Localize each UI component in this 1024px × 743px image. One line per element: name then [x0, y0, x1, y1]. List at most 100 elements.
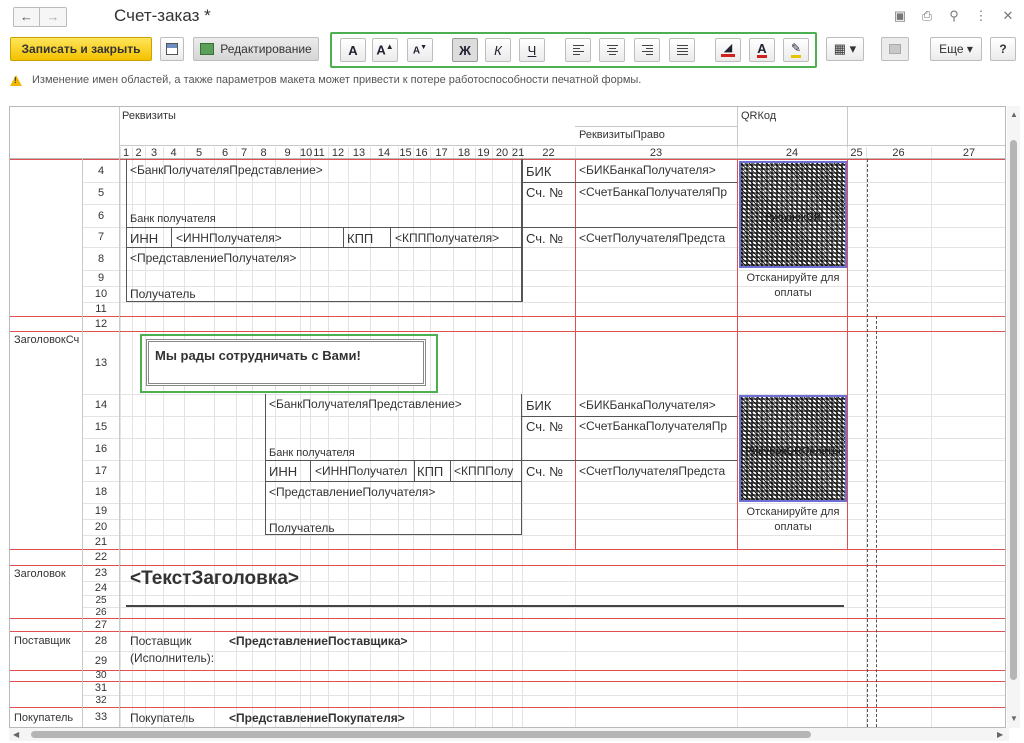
save-and-close-button[interactable]: Записать и закрыть: [10, 37, 152, 61]
forward-button[interactable]: →: [40, 7, 67, 27]
increase-font-button[interactable]: A▲: [372, 38, 398, 62]
supplier-representation-param[interactable]: <ПредставлениеПоставщика>: [229, 634, 408, 648]
borders-icon: ▦ ▾: [833, 41, 857, 56]
account-no-label[interactable]: Сч. №: [526, 419, 563, 434]
underline-button[interactable]: Ч: [519, 38, 545, 62]
qr-code-image[interactable]: РисунокQR: [739, 161, 847, 268]
area-label-buyer[interactable]: Покупатель: [14, 712, 73, 724]
align-center-button[interactable]: [599, 38, 625, 62]
recipient-label[interactable]: Получатель: [269, 521, 335, 535]
bank-label[interactable]: Банк получателя: [269, 447, 355, 459]
scroll-up-icon[interactable]: ▲: [1010, 110, 1018, 119]
supplier-label[interactable]: Поставщик: [130, 634, 192, 648]
align-right-icon: [641, 45, 653, 55]
area-label-header[interactable]: Заголовок: [14, 568, 66, 580]
warning-icon: !: [10, 74, 22, 86]
recipient-representation-param[interactable]: <ПредставлениеПолучателя>: [269, 485, 435, 499]
highlight-button[interactable]: ✎: [783, 38, 809, 62]
recipient-account-param[interactable]: <СчетПолучателяПредста: [579, 231, 737, 245]
horizontal-scrollbar[interactable]: ◀ ▶: [9, 728, 1009, 741]
inn-param[interactable]: <ИННПолучателя>: [176, 231, 282, 245]
vertical-scroll-thumb[interactable]: [1010, 140, 1017, 680]
account-no-label[interactable]: Сч. №: [526, 464, 563, 479]
area-label-invoice-header[interactable]: ЗаголовокСч: [14, 334, 80, 346]
kpp-label[interactable]: КПП: [417, 464, 443, 479]
help-button[interactable]: ?: [990, 37, 1016, 61]
supplier-label-line2[interactable]: (Исполнитель):: [130, 651, 214, 665]
preview-icon[interactable]: ⚲: [946, 8, 962, 24]
account-no-label[interactable]: Сч. №: [526, 185, 563, 200]
kpp-param[interactable]: <КПППолучателя>: [395, 231, 499, 245]
bold-button[interactable]: Ж: [452, 38, 478, 62]
header-text-param[interactable]: <ТекстЗаголовка>: [130, 568, 299, 590]
bik-param[interactable]: <БИКБанкаПолучателя>: [579, 398, 737, 412]
qr-code-image[interactable]: РисунокQRОплаты: [739, 395, 847, 502]
column-area-qrkod[interactable]: QRКод: [741, 110, 776, 122]
inn-label[interactable]: ИНН: [269, 464, 297, 479]
area-boundary-line: [847, 159, 848, 550]
bik-label[interactable]: БИК: [526, 164, 551, 179]
align-left-button[interactable]: [565, 38, 591, 62]
column-area-rekvizity[interactable]: Реквизиты: [122, 110, 176, 122]
text-color-button[interactable]: A: [749, 38, 775, 62]
scroll-left-icon[interactable]: ◀: [13, 730, 19, 739]
row-number-column: [82, 159, 120, 727]
bank-block-divider: [522, 460, 575, 461]
inn-label[interactable]: ИНН: [130, 231, 158, 246]
bank-block-divider: [575, 416, 737, 417]
scroll-down-icon[interactable]: ▼: [1010, 714, 1018, 723]
more-vertical-icon[interactable]: ⋮: [973, 8, 989, 24]
greeting-text-box[interactable]: Мы рады сотрудничать с Вами!: [146, 339, 426, 386]
align-right-button[interactable]: [634, 38, 660, 62]
print-icon[interactable]: ⎙: [919, 8, 935, 24]
edit-mode-button[interactable]: Редактирование: [193, 37, 319, 61]
recipient-label[interactable]: Получатель: [130, 287, 196, 301]
font-button[interactable]: A: [340, 38, 366, 62]
area-label-supplier[interactable]: Поставщик: [14, 635, 70, 647]
column-area-divider: [575, 126, 737, 127]
bank-block-divider: [522, 159, 523, 302]
italic-button[interactable]: К: [485, 38, 511, 62]
title-bar: ← → Счет-заказ * ▣ ⎙ ⚲ ⋮ ✕: [0, 0, 1024, 34]
bik-param[interactable]: <БИКБанкаПолучателя>: [579, 163, 737, 177]
buyer-representation-param[interactable]: <ПредставлениеПокупателя>: [229, 711, 405, 725]
column-area-rekvizity-pravo[interactable]: РеквизитыПраво: [579, 129, 665, 141]
recipient-account-param[interactable]: <СчетПолучателяПредста: [579, 464, 737, 478]
scroll-right-icon[interactable]: ▶: [997, 730, 1003, 739]
bank-block-divider: [414, 460, 415, 481]
kpp-param[interactable]: <КПППолу: [454, 464, 521, 478]
bik-label[interactable]: БИК: [526, 398, 551, 413]
paint-bucket-icon: ◢: [721, 43, 735, 57]
format-button-group: A A▲ A▼ Ж К Ч ◢ A ✎: [330, 32, 817, 68]
borders-button[interactable]: ▦ ▾: [826, 37, 864, 61]
corner-cell: [10, 107, 120, 159]
buyer-label[interactable]: Покупатель: [130, 711, 194, 725]
inn-param[interactable]: <ИННПолучател: [315, 464, 413, 478]
bank-representation-param[interactable]: <БанкПолучателяПредставление>: [269, 397, 462, 411]
kpp-label[interactable]: КПП: [347, 231, 373, 246]
save-button[interactable]: [160, 37, 184, 61]
area-boundary-line: [10, 316, 1005, 317]
justify-button[interactable]: [669, 38, 695, 62]
account-no-label[interactable]: Сч. №: [526, 231, 563, 246]
bank-account-param[interactable]: <СчетБанкаПолучателяПр: [579, 419, 737, 433]
edit-icon: [200, 43, 215, 55]
bank-representation-param[interactable]: <БанкПолучателяПредставление>: [130, 163, 323, 177]
more-button[interactable]: Еще ▾: [930, 37, 982, 61]
bank-label[interactable]: Банк получателя: [130, 213, 216, 225]
area-boundary-line: [10, 618, 1005, 619]
close-icon[interactable]: ✕: [1000, 8, 1016, 24]
vertical-scrollbar[interactable]: ▲ ▼: [1007, 106, 1020, 728]
save-icon[interactable]: ▣: [892, 8, 908, 24]
fill-color-button[interactable]: ◢: [715, 38, 741, 62]
back-button[interactable]: ←: [13, 7, 40, 27]
pencil-icon: ✎: [790, 42, 802, 58]
decrease-font-button[interactable]: A▼: [407, 38, 433, 62]
bank-account-param[interactable]: <СчетБанкаПолучателяПр: [579, 185, 737, 199]
column-area-divider: [737, 107, 738, 147]
horizontal-scroll-thumb[interactable]: [31, 731, 811, 738]
spreadsheet-template[interactable]: 1 2 3 4 5 6 7 8 9 10 11 12 13 14 15 16 17 18 19 20 21 22 23 24 2…: [9, 106, 1006, 728]
arrow-right-icon: →: [46, 9, 60, 24]
recipient-representation-param[interactable]: <ПредставлениеПолучателя>: [130, 251, 296, 265]
merge-cells-button[interactable]: [881, 37, 909, 61]
